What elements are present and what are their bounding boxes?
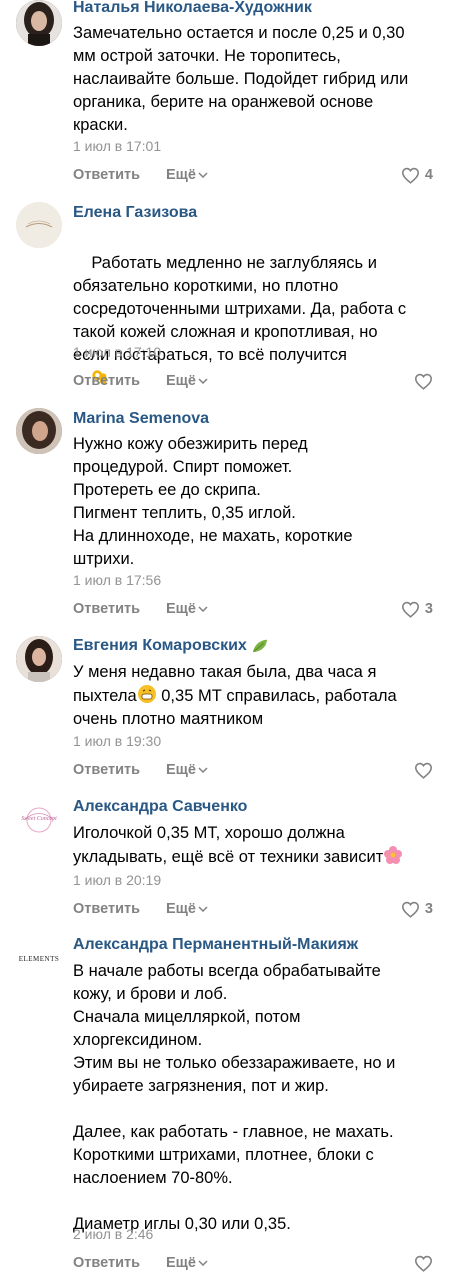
timestamp[interactable]: 1 июл в 20:19 xyxy=(73,872,161,888)
more-button[interactable]: Ещё xyxy=(166,901,208,917)
comment-text: Иголочкой 0,35 МТ, хорошо должна укладыв… xyxy=(73,822,435,869)
author-name[interactable]: Александра Савченко xyxy=(73,798,247,816)
heart-outline-icon xyxy=(401,601,419,618)
avatar[interactable]: Sweet Concept xyxy=(16,797,62,843)
heart-outline-icon xyxy=(414,373,433,390)
comment-actions: Ответить Ещё xyxy=(73,759,433,781)
heart-outline-icon xyxy=(414,1255,433,1272)
like-count: 3 xyxy=(424,601,433,617)
reply-button[interactable]: Ответить xyxy=(73,901,140,917)
chevron-down-icon xyxy=(198,906,208,912)
more-button[interactable]: Ещё xyxy=(166,762,208,778)
chevron-down-icon xyxy=(198,767,208,773)
comment-actions: Ответить Ещё xyxy=(73,370,433,392)
comment-actions: Ответить Ещё 3 xyxy=(73,898,433,920)
like-button[interactable] xyxy=(414,1255,433,1272)
avatar-logo-text: ELEMENTS xyxy=(18,955,60,963)
comment-actions: Ответить Ещё 3 xyxy=(73,598,433,620)
comment-text: В начале работы всегда обрабатывайте кож… xyxy=(73,962,396,1233)
timestamp[interactable]: 1 июл в 17:10 xyxy=(73,344,161,360)
like-button[interactable]: 3 xyxy=(401,901,433,918)
comment-text: Замечательно остается и после 0,25 и 0,3… xyxy=(73,24,409,134)
comment-actions: Ответить Ещё xyxy=(73,1252,433,1274)
timestamp[interactable]: 2 июл в 2:46 xyxy=(73,1226,153,1242)
avatar[interactable] xyxy=(16,202,62,248)
reply-button[interactable]: Ответить xyxy=(73,373,140,389)
heart-outline-icon xyxy=(401,901,419,918)
more-button[interactable]: Ещё xyxy=(166,601,208,617)
author-name[interactable]: Marina Semenova xyxy=(73,410,209,428)
more-button[interactable]: Ещё xyxy=(166,373,208,389)
comment-text: У меня недавно такая была, два часа я пы… xyxy=(73,663,397,728)
author-name[interactable]: Елена Газизова xyxy=(73,204,197,222)
timestamp[interactable]: 1 июл в 19:30 xyxy=(73,733,161,749)
author-name[interactable]: Наталья Николаева-Художник xyxy=(73,0,312,17)
comment-text: Нужно кожу обезжирить перед процедурой. … xyxy=(73,435,353,568)
leaf-emoji xyxy=(252,639,267,653)
timestamp[interactable]: 1 июл в 17:01 xyxy=(73,138,161,154)
avatar[interactable] xyxy=(16,408,62,454)
avatar[interactable]: ELEMENTS xyxy=(16,936,62,982)
like-button[interactable] xyxy=(414,373,433,390)
comment-actions: Ответить Ещё 4 xyxy=(73,164,433,186)
avatar[interactable] xyxy=(16,0,62,46)
heart-outline-icon xyxy=(401,167,419,184)
avatar[interactable] xyxy=(16,636,62,682)
chevron-down-icon xyxy=(198,1260,208,1266)
chevron-down-icon xyxy=(198,378,208,384)
author-name[interactable]: Евгения Комаровских xyxy=(73,637,269,655)
chevron-down-icon xyxy=(198,172,208,178)
more-button[interactable]: Ещё xyxy=(166,167,208,183)
grinning-emoji xyxy=(137,685,156,703)
like-count: 3 xyxy=(424,901,433,917)
timestamp[interactable]: 1 июл в 17:56 xyxy=(73,572,161,588)
reply-button[interactable]: Ответить xyxy=(73,601,140,617)
like-button[interactable]: 3 xyxy=(401,601,433,618)
like-button[interactable]: 4 xyxy=(401,167,433,184)
chevron-down-icon xyxy=(198,606,208,612)
like-count: 4 xyxy=(424,167,433,183)
reply-button[interactable]: Ответить xyxy=(73,167,140,183)
blossom-emoji xyxy=(384,846,403,864)
more-button[interactable]: Ещё xyxy=(166,1255,208,1271)
heart-outline-icon xyxy=(414,762,433,779)
reply-button[interactable]: Ответить xyxy=(73,1255,140,1271)
author-name[interactable]: Александра Перманентный-Макияж xyxy=(73,936,358,954)
avatar-logo-text: Sweet Concept xyxy=(21,816,57,822)
like-button[interactable] xyxy=(414,762,433,779)
reply-button[interactable]: Ответить xyxy=(73,762,140,778)
